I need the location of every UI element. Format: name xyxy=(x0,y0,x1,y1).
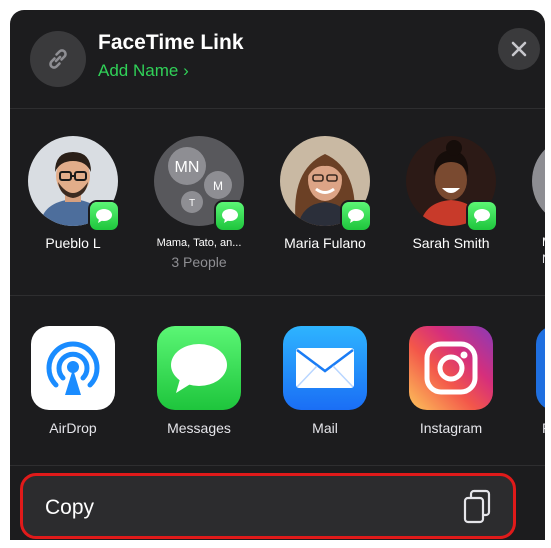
chevron-right-icon: › xyxy=(183,61,189,80)
group-name: Mama, Tato, an... xyxy=(156,237,242,249)
airdrop-icon xyxy=(31,326,115,410)
person-group[interactable]: MN M T Mama, Tato, an... 3 People xyxy=(136,136,262,286)
divider xyxy=(10,108,545,109)
close-icon xyxy=(511,41,527,57)
svg-text:T: T xyxy=(189,198,195,209)
app-label: F xyxy=(542,420,545,436)
copy-icon xyxy=(461,489,495,530)
instagram-icon xyxy=(409,326,493,410)
app-airdrop[interactable]: AirDrop xyxy=(10,326,136,456)
close-button[interactable] xyxy=(498,28,540,70)
person-sub: N xyxy=(542,252,545,266)
copy-button[interactable]: Copy xyxy=(20,473,516,539)
app-partial[interactable]: F xyxy=(514,326,545,456)
messages-icon xyxy=(157,326,241,410)
person-name: Maria Fulano xyxy=(284,235,366,251)
app-label: Messages xyxy=(167,420,231,436)
mail-icon xyxy=(283,326,367,410)
person-pueblo[interactable]: Pueblo L xyxy=(10,136,136,286)
app-label: Instagram xyxy=(419,420,483,436)
app-label: Mail xyxy=(312,420,338,436)
person-name: M xyxy=(542,235,545,249)
messages-badge-icon xyxy=(90,202,118,230)
share-header: FaceTime Link Add Name › xyxy=(10,10,545,110)
avatar xyxy=(532,136,545,226)
person-sarah[interactable]: Sarah Smith xyxy=(388,136,514,286)
person-partial[interactable]: M N xyxy=(514,136,545,286)
copy-label: Copy xyxy=(45,496,95,519)
page-title: FaceTime Link xyxy=(98,31,244,54)
divider xyxy=(10,295,545,296)
messages-badge-icon xyxy=(342,202,370,230)
person-name: Sarah Smith xyxy=(412,235,490,251)
app-mail[interactable]: Mail xyxy=(262,326,388,456)
divider xyxy=(10,465,545,466)
svg-text:MN: MN xyxy=(175,159,200,176)
add-name-label: Add Name xyxy=(98,61,179,80)
app-messages[interactable]: Messages xyxy=(136,326,262,456)
share-sheet: FaceTime Link Add Name › Pueblo L MN M T… xyxy=(10,10,545,540)
link-icon xyxy=(30,31,86,87)
messages-badge-icon xyxy=(216,202,244,230)
person-maria[interactable]: Maria Fulano xyxy=(262,136,388,286)
messages-badge-icon xyxy=(468,202,496,230)
app-label: AirDrop xyxy=(49,420,97,436)
svg-text:M: M xyxy=(213,179,223,193)
group-count: 3 People xyxy=(171,254,227,270)
app-icon-partial xyxy=(536,326,545,410)
person-name: Pueblo L xyxy=(45,235,101,251)
app-instagram[interactable]: Instagram xyxy=(388,326,514,456)
add-name-link[interactable]: Add Name › xyxy=(98,61,189,81)
